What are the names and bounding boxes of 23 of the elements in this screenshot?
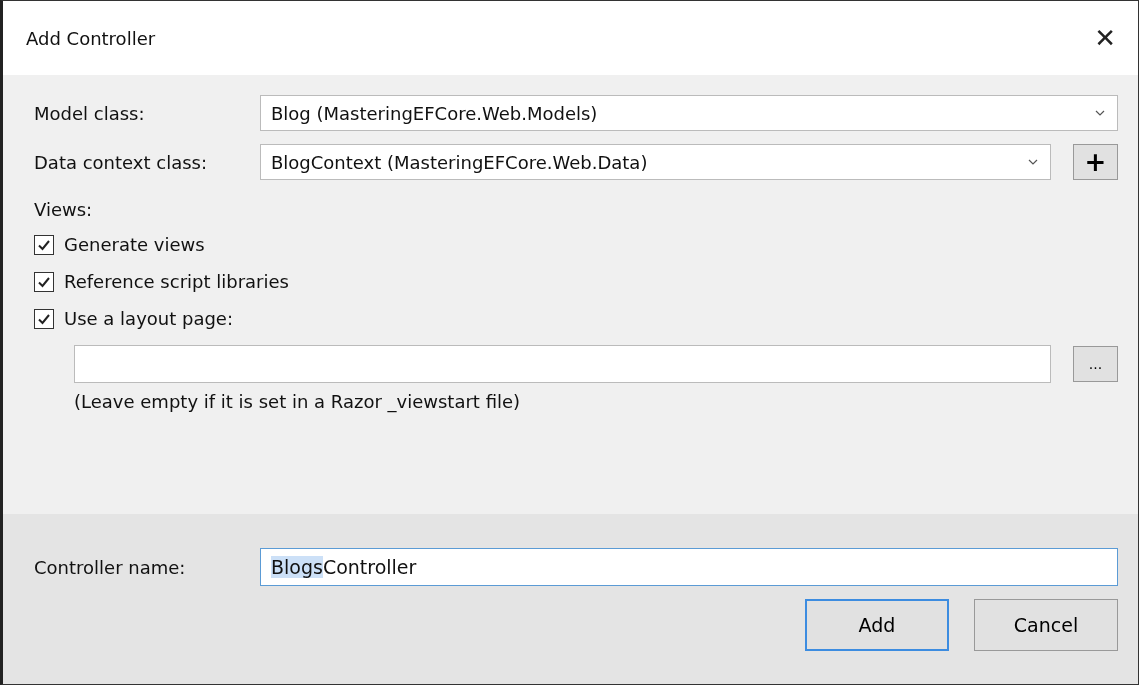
checkbox[interactable] xyxy=(34,271,54,292)
field-label: Data context class: xyxy=(34,151,208,173)
layout-page-field[interactable] xyxy=(74,345,1051,383)
hint-text: (Leave empty if it is set in a Razor _viewstart file) xyxy=(74,391,522,412)
browse-button[interactable]: ... xyxy=(1073,346,1118,382)
dropdown-field[interactable]: Blog (MasteringEFCore.Web.Models) xyxy=(260,95,1118,131)
field-label: Controller name: xyxy=(34,556,187,578)
cancel-button[interactable]: Cancel xyxy=(974,599,1118,651)
add-button[interactable]: + xyxy=(1073,144,1118,180)
checkbox-label: Use a layout page: xyxy=(64,308,233,329)
checkbox-label: Generate views xyxy=(64,234,205,255)
window-title: Add Controller xyxy=(26,27,156,49)
checkbox[interactable] xyxy=(34,234,54,255)
field-label: Model class: xyxy=(34,102,146,124)
checkbox-label: Reference script libraries xyxy=(64,271,289,292)
chevron-down-icon xyxy=(1095,110,1105,116)
chevron-down-icon xyxy=(1028,159,1038,165)
close-button[interactable]: ✕ xyxy=(1090,23,1120,53)
dropdown-field[interactable]: BlogContext (MasteringEFCore.Web.Data) xyxy=(260,144,1051,180)
section-label: Views: xyxy=(34,199,94,220)
add-button[interactable]: Add xyxy=(805,599,949,651)
controller-name-field[interactable]: BlogsController xyxy=(260,548,1118,586)
checkbox[interactable] xyxy=(34,308,54,329)
